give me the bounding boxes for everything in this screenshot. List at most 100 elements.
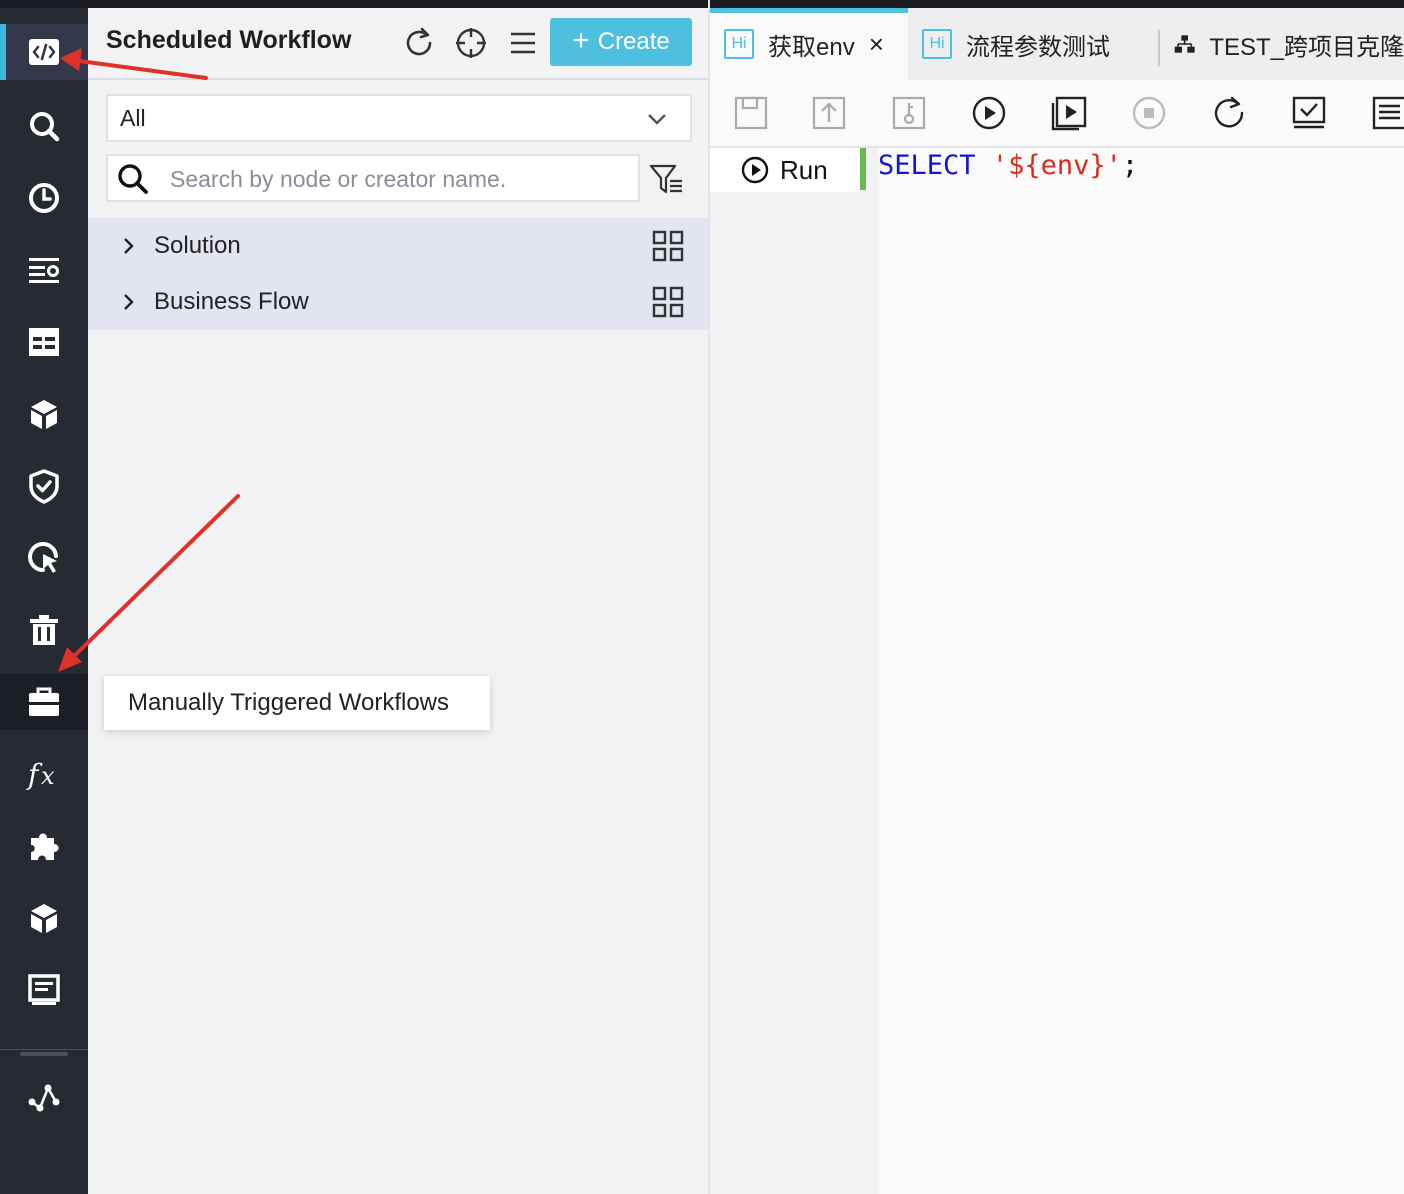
rail-top-strip xyxy=(0,0,88,8)
rail-item-resources[interactable] xyxy=(0,890,88,946)
chevron-right-icon[interactable] xyxy=(120,292,138,312)
panel-title: Scheduled Workflow xyxy=(106,26,352,54)
tree-item-solution[interactable]: Solution xyxy=(88,218,708,274)
rail-item-recycle-bin[interactable] xyxy=(0,602,88,658)
workflow-panel: Scheduled Workflow + Create All Search b… xyxy=(88,0,708,1194)
panel-top-strip xyxy=(88,0,708,8)
check-button[interactable] xyxy=(1290,94,1328,132)
cube-icon xyxy=(31,904,57,933)
panel-header: Scheduled Workflow + Create xyxy=(88,8,708,80)
workflow-tree: Solution Business Flow xyxy=(88,218,708,330)
search-field[interactable] xyxy=(106,154,640,202)
filter-icon[interactable] xyxy=(648,160,686,198)
hive-badge: Hi xyxy=(724,29,754,59)
refresh-icon xyxy=(1214,96,1244,128)
menu-icon xyxy=(511,32,535,54)
list-settings-icon xyxy=(29,258,59,283)
sql-keyword: SELECT xyxy=(878,150,976,181)
rail-tooltip: Manually Triggered Workflows xyxy=(104,676,490,730)
editor-toolbar xyxy=(710,80,1404,148)
editor-area: Hi 获取env × Hi 流程参数测试 TEST_跨项目克隆 Run SELE… xyxy=(710,0,1404,1194)
graph-icon xyxy=(28,1084,60,1112)
run-button[interactable] xyxy=(970,94,1008,132)
locate-button[interactable] xyxy=(452,24,490,62)
rail-item-data-quality[interactable] xyxy=(0,458,88,514)
rail-item-search[interactable] xyxy=(0,98,88,154)
filter-selected-value: All xyxy=(120,104,146,131)
trash-icon xyxy=(30,615,58,645)
search-icon xyxy=(118,164,148,194)
create-button-label: Create xyxy=(597,28,670,55)
workflow-filter-select[interactable]: All xyxy=(106,94,692,142)
submit-button[interactable] xyxy=(810,94,848,132)
cube-icon xyxy=(31,400,57,429)
tree-item-label: Solution xyxy=(154,232,241,259)
rail-item-data-development[interactable] xyxy=(0,24,88,80)
key-icon xyxy=(892,96,926,130)
create-button[interactable]: + Create xyxy=(550,18,692,66)
align-left-icon xyxy=(1372,96,1404,130)
chevron-right-icon[interactable] xyxy=(120,236,138,256)
refresh-icon xyxy=(406,27,432,56)
editor-gutter: Run xyxy=(710,148,878,1194)
tab-label: TEST_跨项目克隆 xyxy=(1209,33,1404,61)
document-icon xyxy=(28,974,60,1005)
grid-icon[interactable] xyxy=(652,286,684,318)
checkbox-icon xyxy=(1292,96,1326,129)
tree-item-label: Business Flow xyxy=(154,288,309,315)
rail-item-operations[interactable] xyxy=(0,530,88,586)
code-editor[interactable]: SELECT '${env}'; xyxy=(878,150,1138,181)
steal-lock-button[interactable] xyxy=(890,94,928,132)
crosshair-icon xyxy=(456,28,486,58)
clock-icon xyxy=(29,183,59,213)
rail-item-manual-workflows[interactable] xyxy=(0,674,88,730)
rail-item-plugins[interactable] xyxy=(0,818,88,874)
function-icon: f x xyxy=(26,758,55,791)
tab-get-env[interactable]: Hi 获取env × xyxy=(710,8,908,80)
reload-button[interactable] xyxy=(1210,94,1248,132)
stop-button[interactable] xyxy=(1130,94,1168,132)
flow-icon xyxy=(1174,35,1195,53)
rail-item-lineage[interactable] xyxy=(0,1068,88,1124)
run-marker xyxy=(860,148,866,190)
save-icon xyxy=(734,96,768,130)
format-button[interactable] xyxy=(1370,94,1404,132)
sql-string: '${env}' xyxy=(991,150,1122,181)
search-input[interactable] xyxy=(170,164,630,194)
rail-item-history[interactable] xyxy=(0,170,88,226)
upload-icon xyxy=(812,96,846,130)
plus-icon: + xyxy=(572,23,590,57)
search-icon xyxy=(30,112,60,142)
rail-item-tables[interactable] xyxy=(0,314,88,370)
run-label: Run xyxy=(780,154,828,185)
tab-bar: Hi 获取env × Hi 流程参数测试 TEST_跨项目克隆 xyxy=(710,8,1404,80)
tab-flow-param-test[interactable]: Hi 流程参数测试 xyxy=(908,8,1158,80)
refresh-button[interactable] xyxy=(400,24,438,62)
rail-divider xyxy=(0,1049,88,1050)
hive-badge: Hi xyxy=(922,29,952,59)
save-button[interactable] xyxy=(732,94,770,132)
inline-run-button[interactable]: Run xyxy=(710,148,860,192)
chevron-down-icon xyxy=(648,114,666,125)
play-circle-icon xyxy=(972,96,1006,130)
briefcase-icon xyxy=(29,687,59,716)
rail-item-documents[interactable] xyxy=(0,962,88,1018)
tree-item-business-flow[interactable]: Business Flow xyxy=(88,274,708,330)
rail-grip[interactable] xyxy=(20,1052,68,1056)
play-box-icon xyxy=(1051,96,1087,131)
close-icon[interactable]: × xyxy=(869,29,884,60)
table-icon xyxy=(29,328,59,356)
menu-button[interactable] xyxy=(504,24,542,62)
rail-item-schedule-config[interactable] xyxy=(0,242,88,298)
rail-item-components[interactable] xyxy=(0,386,88,442)
shield-check-icon xyxy=(29,469,59,504)
grid-icon[interactable] xyxy=(652,230,684,262)
tab-label: 获取env xyxy=(768,33,855,61)
icon-rail: f x xyxy=(0,0,88,1194)
play-circle-icon xyxy=(741,156,769,184)
tab-test-cross-project[interactable]: TEST_跨项目克隆 xyxy=(1160,8,1404,80)
advanced-run-button[interactable] xyxy=(1050,94,1088,132)
rail-item-functions[interactable]: f x xyxy=(0,746,88,802)
code-icon xyxy=(29,39,59,65)
sql-terminator: ; xyxy=(1121,150,1139,181)
